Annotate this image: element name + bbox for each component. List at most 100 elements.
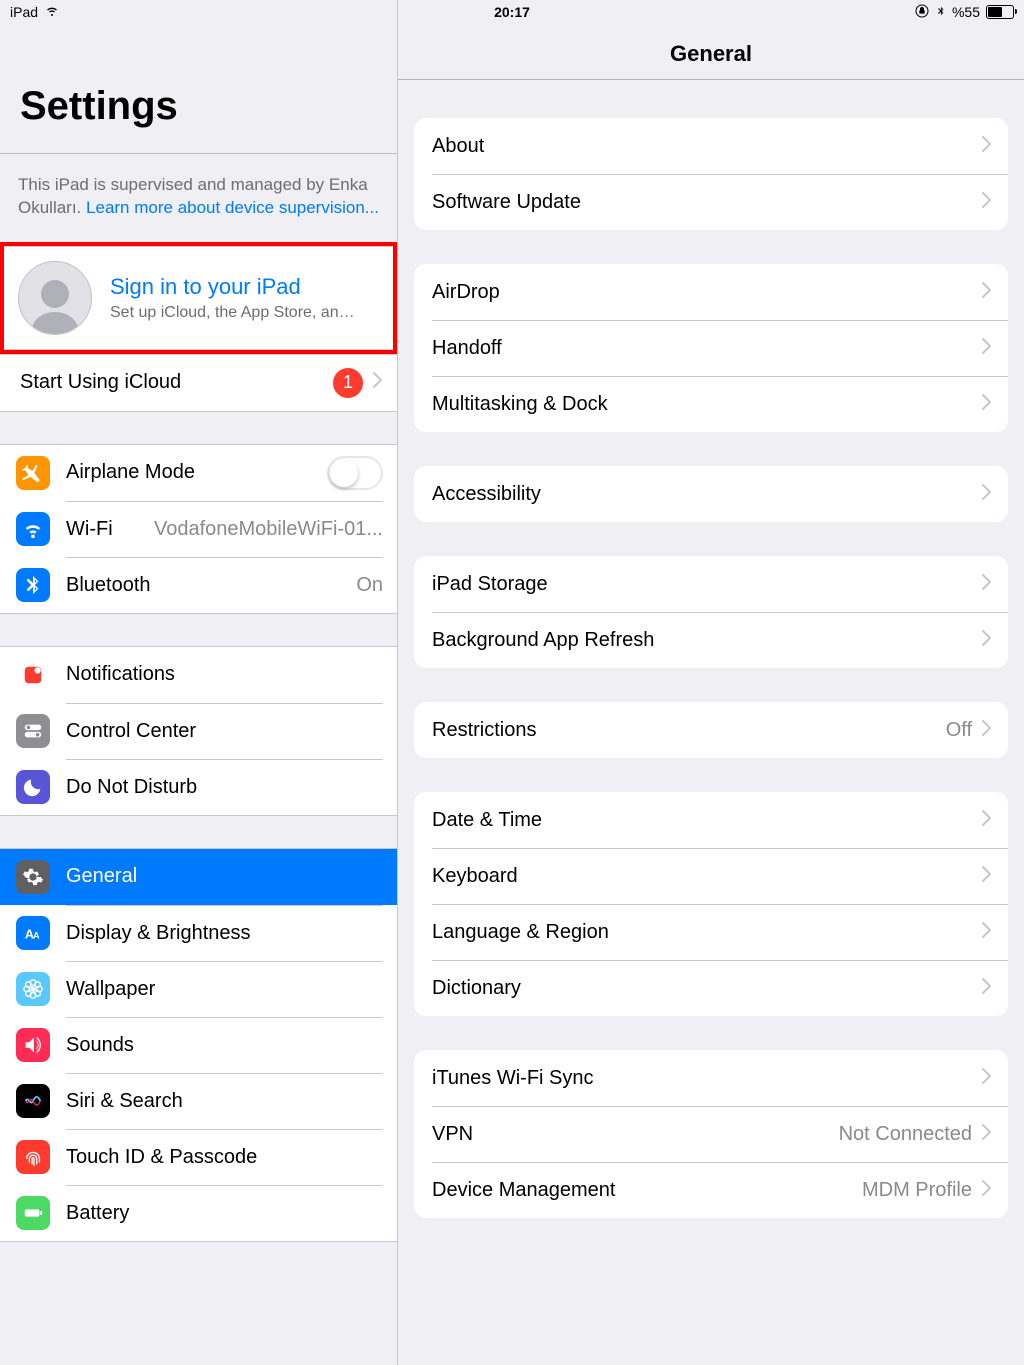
wallpaper-label: Wallpaper	[66, 978, 155, 1001]
restrictions-label: Restrictions	[432, 719, 536, 742]
date-time-label: Date & Time	[432, 809, 542, 832]
detail-pane: General About Software Update AirDrop Ha…	[398, 0, 1024, 1365]
general-row[interactable]: General	[0, 849, 397, 905]
fingerprint-icon	[16, 1140, 50, 1174]
ipad-storage-label: iPad Storage	[432, 573, 548, 596]
background-refresh-row[interactable]: Background App Refresh	[414, 612, 1008, 668]
airplane-mode-row[interactable]: Airplane Mode	[0, 445, 397, 501]
touchid-row[interactable]: Touch ID & Passcode	[0, 1129, 397, 1185]
bluetooth-row[interactable]: Bluetooth On	[0, 557, 397, 613]
dnd-row[interactable]: Do Not Disturb	[0, 759, 397, 815]
software-update-row[interactable]: Software Update	[414, 174, 1008, 230]
bluetooth-icon	[936, 3, 946, 22]
start-icloud-row[interactable]: Start Using iCloud 1	[0, 355, 397, 411]
chevron-right-icon	[982, 720, 992, 741]
chevron-right-icon	[982, 810, 992, 831]
general-label: General	[66, 865, 137, 888]
device-management-row[interactable]: Device ManagementMDM Profile	[414, 1162, 1008, 1218]
signin-row[interactable]: Sign in to your iPad Set up iCloud, the …	[4, 246, 393, 350]
annotation-highlight: Sign in to your iPad Set up iCloud, the …	[0, 242, 397, 354]
itunes-wifi-sync-row[interactable]: iTunes Wi-Fi Sync	[414, 1050, 1008, 1106]
chevron-right-icon	[982, 136, 992, 157]
notifications-icon	[16, 658, 50, 692]
display-label: Display & Brightness	[66, 922, 251, 945]
wifi-row[interactable]: Wi-Fi VodafoneMobileWiFi-01...	[0, 501, 397, 557]
settings-sidebar: Settings This iPad is supervised and man…	[0, 0, 398, 1365]
airplane-label: Airplane Mode	[66, 461, 195, 484]
siri-icon	[16, 1084, 50, 1118]
notifications-label: Notifications	[66, 663, 175, 686]
sounds-icon	[16, 1028, 50, 1062]
chevron-right-icon	[982, 484, 992, 505]
multitasking-row[interactable]: Multitasking & Dock	[414, 376, 1008, 432]
dnd-label: Do Not Disturb	[66, 776, 197, 799]
sounds-row[interactable]: Sounds	[0, 1017, 397, 1073]
battery-icon	[986, 5, 1014, 19]
signin-title: Sign in to your iPad	[110, 274, 360, 300]
language-region-label: Language & Region	[432, 921, 609, 944]
avatar-icon	[18, 261, 92, 335]
airdrop-label: AirDrop	[432, 281, 500, 304]
ipad-storage-row[interactable]: iPad Storage	[414, 556, 1008, 612]
battery-icon	[16, 1196, 50, 1230]
chevron-right-icon	[982, 394, 992, 415]
battery-text: %55	[952, 4, 980, 20]
chevron-right-icon	[982, 1124, 992, 1145]
about-row[interactable]: About	[414, 118, 1008, 174]
control-center-label: Control Center	[66, 720, 196, 743]
airplane-icon	[16, 456, 50, 490]
wifi-label: Wi-Fi	[66, 518, 113, 541]
dictionary-row[interactable]: Dictionary	[414, 960, 1008, 1016]
wifi-icon	[16, 512, 50, 546]
badge-count: 1	[333, 368, 363, 398]
wallpaper-row[interactable]: Wallpaper	[0, 961, 397, 1017]
wallpaper-icon	[16, 972, 50, 1006]
status-time: 20:17	[494, 4, 530, 20]
vpn-row[interactable]: VPN Not Connected	[414, 1106, 1008, 1162]
restrictions-value: Off	[946, 719, 972, 742]
chevron-right-icon	[982, 630, 992, 651]
language-region-row[interactable]: Language & Region	[414, 904, 1008, 960]
about-label: About	[432, 135, 484, 158]
notifications-row[interactable]: Notifications	[0, 647, 397, 703]
chevron-right-icon	[982, 922, 992, 943]
bluetooth-icon	[16, 568, 50, 602]
accessibility-label: Accessibility	[432, 483, 541, 506]
wifi-value: VodafoneMobileWiFi-01...	[144, 518, 383, 541]
handoff-row[interactable]: Handoff	[414, 320, 1008, 376]
software-update-label: Software Update	[432, 191, 581, 214]
detail-title: General	[670, 41, 752, 67]
control-center-icon	[16, 714, 50, 748]
chevron-right-icon	[982, 978, 992, 999]
chevron-right-icon	[982, 866, 992, 887]
background-refresh-label: Background App Refresh	[432, 629, 654, 652]
airplane-switch[interactable]	[327, 456, 383, 490]
chevron-right-icon	[982, 192, 992, 213]
display-row[interactable]: Display & Brightness	[0, 905, 397, 961]
siri-row[interactable]: Siri & Search	[0, 1073, 397, 1129]
battery-row[interactable]: Battery	[0, 1185, 397, 1241]
accessibility-row[interactable]: Accessibility	[414, 466, 1008, 522]
bluetooth-label: Bluetooth	[66, 574, 151, 597]
vpn-label: VPN	[432, 1123, 473, 1146]
restrictions-row[interactable]: Restrictions Off	[414, 702, 1008, 758]
airdrop-row[interactable]: AirDrop	[414, 264, 1008, 320]
chevron-right-icon	[982, 574, 992, 595]
keyboard-label: Keyboard	[432, 865, 518, 888]
device-label: iPad	[10, 4, 38, 20]
date-time-row[interactable]: Date & Time	[414, 792, 1008, 848]
touchid-label: Touch ID & Passcode	[66, 1146, 257, 1169]
display-icon	[16, 916, 50, 950]
chevron-right-icon	[982, 1068, 992, 1089]
supervision-link[interactable]: Learn more about device supervision...	[86, 198, 379, 217]
control-center-row[interactable]: Control Center	[0, 703, 397, 759]
chevron-right-icon	[982, 1180, 992, 1201]
keyboard-row[interactable]: Keyboard	[414, 848, 1008, 904]
start-icloud-label: Start Using iCloud	[20, 371, 181, 394]
vpn-value: Not Connected	[839, 1123, 972, 1146]
chevron-right-icon	[982, 338, 992, 359]
sounds-label: Sounds	[66, 1034, 134, 1057]
device-management-label: Device Management	[432, 1179, 615, 1202]
dictionary-label: Dictionary	[432, 977, 521, 1000]
siri-label: Siri & Search	[66, 1090, 183, 1113]
